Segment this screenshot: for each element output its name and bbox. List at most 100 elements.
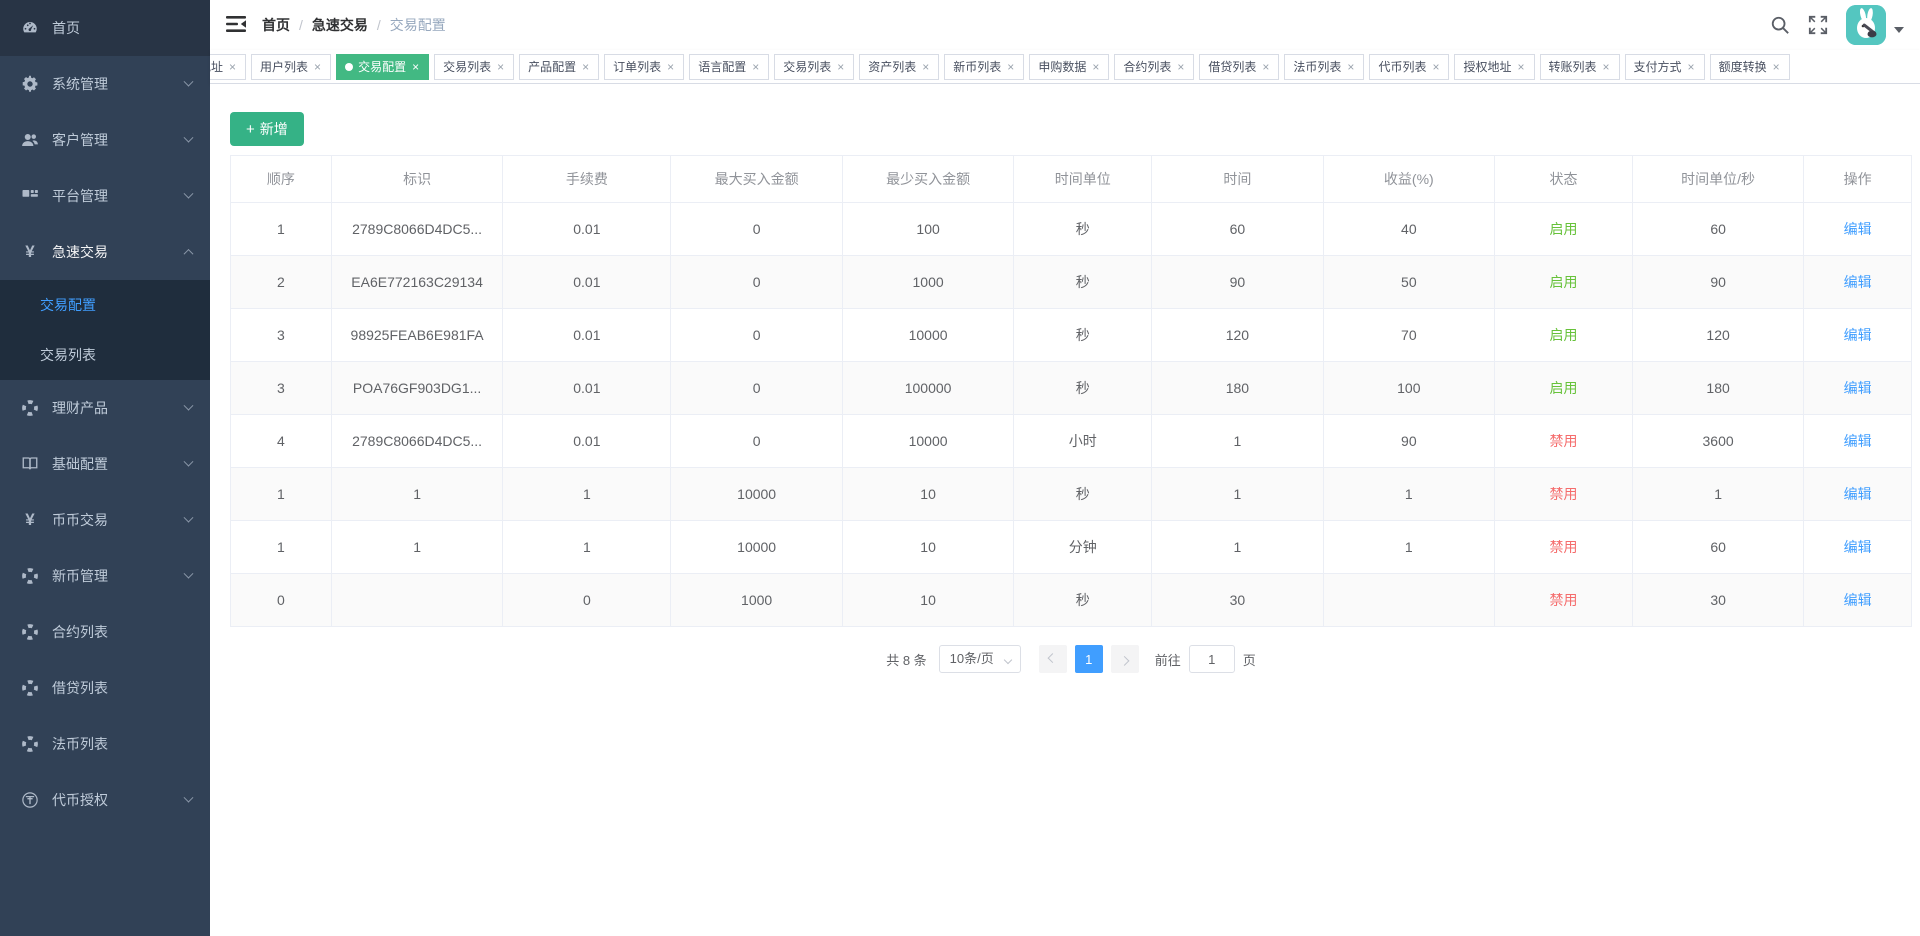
table-cell: 90 [1323,415,1494,468]
table-cell: 4 [231,415,332,468]
tab-close-icon[interactable]: × [1346,61,1355,73]
breadcrumb-item[interactable]: 急速交易 [312,15,368,35]
tab-close-icon[interactable]: × [1516,61,1525,73]
tab-close-icon[interactable]: × [228,61,237,73]
sidebar-item-理财产品[interactable]: 理财产品 [0,380,210,436]
tab-label: 额度转换 [1719,58,1767,75]
tab-close-icon[interactable]: × [1602,61,1611,73]
search-icon[interactable] [1770,15,1790,35]
tab-转账列表[interactable]: 转账列表× [1540,54,1620,80]
sidebar-item-借贷列表[interactable]: 借贷列表 [0,660,210,716]
tab-close-icon[interactable]: × [1772,61,1781,73]
edit-link[interactable]: 编辑 [1844,221,1872,237]
page-size-select[interactable]: 10条/页 [939,645,1021,673]
page-number-button[interactable]: 1 [1075,645,1103,673]
table-cell: 1 [231,468,332,521]
tab-close-icon[interactable]: × [313,61,322,73]
tab-资产列表[interactable]: 资产列表× [859,54,939,80]
edit-link[interactable]: 编辑 [1844,433,1872,449]
add-button[interactable]: + 新增 [230,112,304,146]
tab-close-icon[interactable]: × [1006,61,1015,73]
tab-交易配置[interactable]: 交易配置× [336,54,429,80]
tab-地址[interactable]: 地址× [210,54,246,80]
main-area: 首页/急速交易/交易配置 [210,0,1920,936]
tab-订单列表[interactable]: 订单列表× [604,54,684,80]
tab-产品配置[interactable]: 产品配置 × [519,54,599,80]
tab-close-icon[interactable]: × [1176,61,1185,73]
tab-语言配置[interactable]: 语言配置× [689,54,769,80]
sidebar-subitem-交易配置[interactable]: 交易配置 [0,280,210,330]
tab-close-icon[interactable]: × [751,61,760,73]
tab-close-icon[interactable]: × [581,61,590,73]
tab-label: 合约列表 [1123,58,1171,75]
tab-close-icon[interactable]: × [1261,61,1270,73]
sidebar-item-新币管理[interactable]: 新币管理 [0,548,210,604]
fullscreen-icon[interactable] [1808,15,1828,35]
tab-close-icon[interactable]: × [666,61,675,73]
tab-合约列表[interactable]: 合约列表 × [1114,54,1194,80]
tab-申购数据[interactable]: 申购数据× [1029,54,1109,80]
tab-close-icon[interactable]: × [1091,61,1100,73]
table-cell: 40 [1323,203,1494,256]
goto-page-input[interactable] [1189,645,1235,673]
sidebar-item-label: 币币交易 [52,510,108,530]
sidebar-item-币币交易[interactable]: ¥币币交易 [0,492,210,548]
sidebar-item-代币授权[interactable]: 代币授权 [0,772,210,828]
sidebar-subitem-交易列表[interactable]: 交易列表 [0,330,210,380]
sidebar-item-label: 系统管理 [52,74,108,94]
sidebar-item-系统管理[interactable]: 系统管理 [0,56,210,112]
edit-link[interactable]: 编辑 [1844,380,1872,396]
tab-代币列表[interactable]: 代币列表× [1369,54,1449,80]
table-cell: 100 [842,203,1013,256]
table-cell: 1 [503,521,671,574]
sidebar-item-急速交易[interactable]: ¥急速交易 [0,224,210,280]
tab-close-icon[interactable]: × [836,61,845,73]
status-badge: 启用 [1549,327,1577,343]
tab-close-icon[interactable]: × [1431,61,1440,73]
table-cell: 1 [1632,468,1803,521]
tab-交易列表[interactable]: 交易列表× [774,54,854,80]
tab-借贷列表[interactable]: 借贷列表× [1199,54,1279,80]
tab-额度转换[interactable]: 额度转换 × [1710,54,1790,80]
sidebar-item-label: 客户管理 [52,130,108,150]
table-cell: 0.01 [503,415,671,468]
status-cell: 禁用 [1495,415,1633,468]
sidebar-item-基础配置[interactable]: 基础配置 [0,436,210,492]
sidebar-item-客户管理[interactable]: 客户管理 [0,112,210,168]
column-header: 最少买入金额 [842,156,1013,203]
sidebar-item-法币列表[interactable]: 法币列表 [0,716,210,772]
tab-close-icon[interactable]: × [921,61,930,73]
sidebar-item-平台管理[interactable]: 平台管理 [0,168,210,224]
next-page-button[interactable] [1111,645,1139,673]
table-cell: 3 [231,362,332,415]
tab-新币列表[interactable]: 新币列表× [944,54,1024,80]
edit-link[interactable]: 编辑 [1844,327,1872,343]
breadcrumb-item[interactable]: 首页 [262,15,290,35]
tab-close-icon[interactable]: × [1687,61,1696,73]
tab-用户列表[interactable]: 用户列表× [251,54,331,80]
edit-link[interactable]: 编辑 [1844,592,1872,608]
column-header: 顺序 [231,156,332,203]
tab-授权地址[interactable]: 授权地址× [1454,54,1534,80]
edit-link[interactable]: 编辑 [1844,274,1872,290]
tab-label: 产品配置 [528,58,576,75]
tab-交易列表[interactable]: 交易列表× [434,54,514,80]
caret-down-icon[interactable] [1894,27,1904,33]
avatar[interactable] [1846,5,1886,45]
tab-支付方式[interactable]: 支付方式× [1625,54,1705,80]
hamburger-icon[interactable] [226,15,246,35]
table-cell: 10 [842,574,1013,627]
tab-法币列表[interactable]: 法币列表× [1284,54,1364,80]
tab-close-icon[interactable]: × [496,61,505,73]
prev-page-button[interactable] [1039,645,1067,673]
column-header: 时间 [1152,156,1323,203]
table-header-row: 顺序标识手续费最大买入金额最少买入金额时间单位时间收益(%)状态时间单位/秒操作 [231,156,1912,203]
sidebar-item-首页[interactable]: 首页 [0,0,210,56]
edit-link[interactable]: 编辑 [1844,486,1872,502]
status-cell: 启用 [1495,256,1633,309]
status-badge: 禁用 [1549,592,1577,608]
edit-link[interactable]: 编辑 [1844,539,1872,555]
status-badge: 启用 [1549,221,1577,237]
tab-close-icon[interactable]: × [411,61,420,73]
sidebar-item-合约列表[interactable]: 合约列表 [0,604,210,660]
